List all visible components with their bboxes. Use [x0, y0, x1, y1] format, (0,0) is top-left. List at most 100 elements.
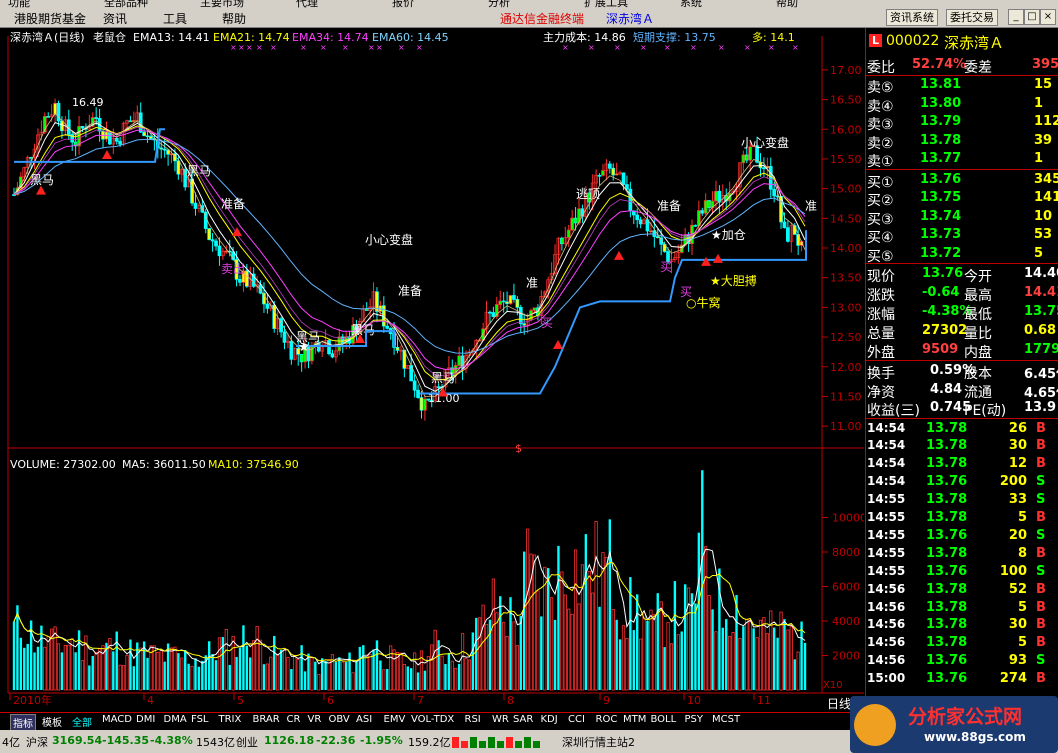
volume-bar: [800, 621, 803, 690]
volume-bar: [803, 642, 807, 690]
cross-mark: ×: [238, 43, 245, 52]
vol-tick-label: 6000: [832, 581, 860, 594]
tab-roc[interactable]: ROC: [594, 714, 620, 725]
candle-body: [176, 160, 181, 175]
candle-body: [145, 135, 150, 138]
candle-body: [337, 336, 342, 352]
candle-body: [214, 240, 218, 247]
zhun-label-2: 准: [805, 199, 817, 213]
maximize-icon[interactable]: □: [1024, 9, 1040, 25]
duo-label: 多: 14.1: [752, 30, 795, 44]
tab-psy[interactable]: PSY: [683, 714, 706, 725]
stock-code: 000022: [886, 33, 940, 49]
tab-cr[interactable]: CR: [285, 714, 303, 725]
status-prefix: 4亿: [2, 736, 20, 749]
top-menu-item[interactable]: 全部品种: [104, 0, 148, 8]
tick-row: 14:54 13.78 12 B: [866, 455, 1058, 472]
stat-value: 14.40: [1024, 266, 1058, 281]
volume-bar: [19, 637, 23, 690]
tab-mtm[interactable]: MTM: [621, 714, 648, 725]
top-menu-item[interactable]: 帮助: [776, 0, 798, 8]
top-menu-item[interactable]: 功能: [8, 0, 30, 8]
cross-mark: ×: [270, 43, 277, 52]
tab-trix[interactable]: TRIX: [217, 714, 244, 725]
volume-bar: [228, 664, 231, 690]
zhunbei-label-1: 准备: [221, 197, 245, 211]
watermark-text: 分析家公式网: [908, 706, 1023, 728]
tab-wr[interactable]: WR: [490, 714, 511, 725]
volume-bar: [338, 657, 341, 690]
tab-macd[interactable]: MACD: [100, 714, 134, 725]
kline-chart[interactable]: 深赤湾Ａ(日线) 老鼠仓 EMA13: 14.41 EMA21: 14.74 E…: [0, 28, 867, 712]
tab-kdj[interactable]: KDJ: [539, 714, 560, 725]
tab-emv[interactable]: EMV: [382, 714, 408, 725]
menu-news[interactable]: 资讯: [103, 10, 127, 27]
stat-label: 涨幅: [867, 307, 895, 323]
minimize-icon[interactable]: _: [1008, 9, 1024, 25]
volume-bar: [211, 654, 214, 690]
volume-bar: [249, 657, 252, 690]
stat-label: 最低: [964, 307, 992, 323]
volume-bar: [348, 652, 351, 690]
quote-panel: L 000022 深赤湾Ａ 委比 52.74% 委差 395 卖⑤ 13.81 15 卖④ 13.80…: [865, 28, 1058, 712]
tab-mcst[interactable]: MCST: [710, 714, 742, 725]
price-tick-label: 14.00: [830, 242, 862, 255]
tab-模板[interactable]: 模板: [40, 714, 64, 729]
tab-boll[interactable]: BOLL: [649, 714, 679, 725]
tab-rsi[interactable]: RSI: [463, 714, 483, 725]
cross-mark: ×: [718, 43, 725, 52]
menu-hk-futures[interactable]: 港股期货基金: [14, 10, 86, 27]
cross-mark: ×: [664, 43, 671, 52]
candle-body: [128, 120, 133, 123]
candle-body: [457, 355, 462, 366]
tab-指标[interactable]: 指标: [10, 714, 36, 731]
candle-body: [638, 219, 643, 225]
bid-price: 13.75: [920, 190, 962, 205]
volume-bar: [523, 551, 526, 690]
tab-brar[interactable]: BRAR: [251, 714, 282, 725]
top-menu-item[interactable]: 分析: [488, 0, 510, 8]
candle-body: [515, 299, 520, 308]
top-menu-item[interactable]: 代理: [296, 0, 318, 8]
tick-direction: B: [1036, 617, 1046, 633]
top-menu-item[interactable]: 主要市场: [200, 0, 244, 8]
top-menu-item[interactable]: 系统: [680, 0, 702, 8]
close-icon[interactable]: ×: [1040, 9, 1056, 25]
xiaoxin-label-1: 小心变盘: [365, 232, 413, 247]
menu-help[interactable]: 帮助: [222, 10, 246, 27]
trade-button[interactable]: 委托交易: [946, 9, 998, 26]
top-menu-item[interactable]: 扩展工具: [584, 0, 628, 8]
tab-vol-tdx[interactable]: VOL-TDX: [409, 714, 456, 725]
tick-volume: 8: [1017, 545, 1027, 561]
vol-tick-label: 4000: [832, 615, 860, 628]
volume-bar: [776, 637, 779, 690]
tab-obv[interactable]: OBV: [327, 714, 352, 725]
stat-value: 14.41: [1024, 285, 1058, 300]
top-menu-item[interactable]: 报价: [392, 0, 414, 8]
tab-全部[interactable]: 全部: [70, 714, 94, 729]
tick-price: 13.76: [926, 527, 968, 543]
tab-sar[interactable]: SAR: [511, 714, 535, 725]
tick-volume: 274: [999, 671, 1027, 687]
volume-bar: [74, 652, 77, 690]
chart-area[interactable]: 深赤湾Ａ(日线) 老鼠仓 EMA13: 14.41 EMA21: 14.74 E…: [0, 28, 867, 712]
volume-bar: [33, 652, 36, 690]
tab-fsl[interactable]: FSL: [189, 714, 211, 725]
candle-body: [436, 386, 441, 389]
volume-bar: [273, 635, 276, 690]
news-system-button[interactable]: 资讯系统: [886, 9, 938, 26]
menu-tools[interactable]: 工具: [163, 10, 187, 27]
tab-asi[interactable]: ASI: [354, 714, 374, 725]
tick-time: 14:54: [867, 420, 906, 435]
tab-vr[interactable]: VR: [306, 714, 324, 725]
tab-dma[interactable]: DMA: [162, 714, 189, 725]
volume-bar: [324, 660, 327, 690]
candle-body: [628, 188, 633, 212]
tab-cci[interactable]: CCI: [566, 714, 587, 725]
app-title: 通达信金融终端: [500, 12, 585, 26]
candle-body: [518, 307, 523, 325]
tab-dmi[interactable]: DMI: [134, 714, 157, 725]
candle-body: [142, 131, 146, 137]
main-cost-label: 主力成本: 14.86: [543, 30, 626, 44]
volume-bar: [457, 663, 461, 690]
